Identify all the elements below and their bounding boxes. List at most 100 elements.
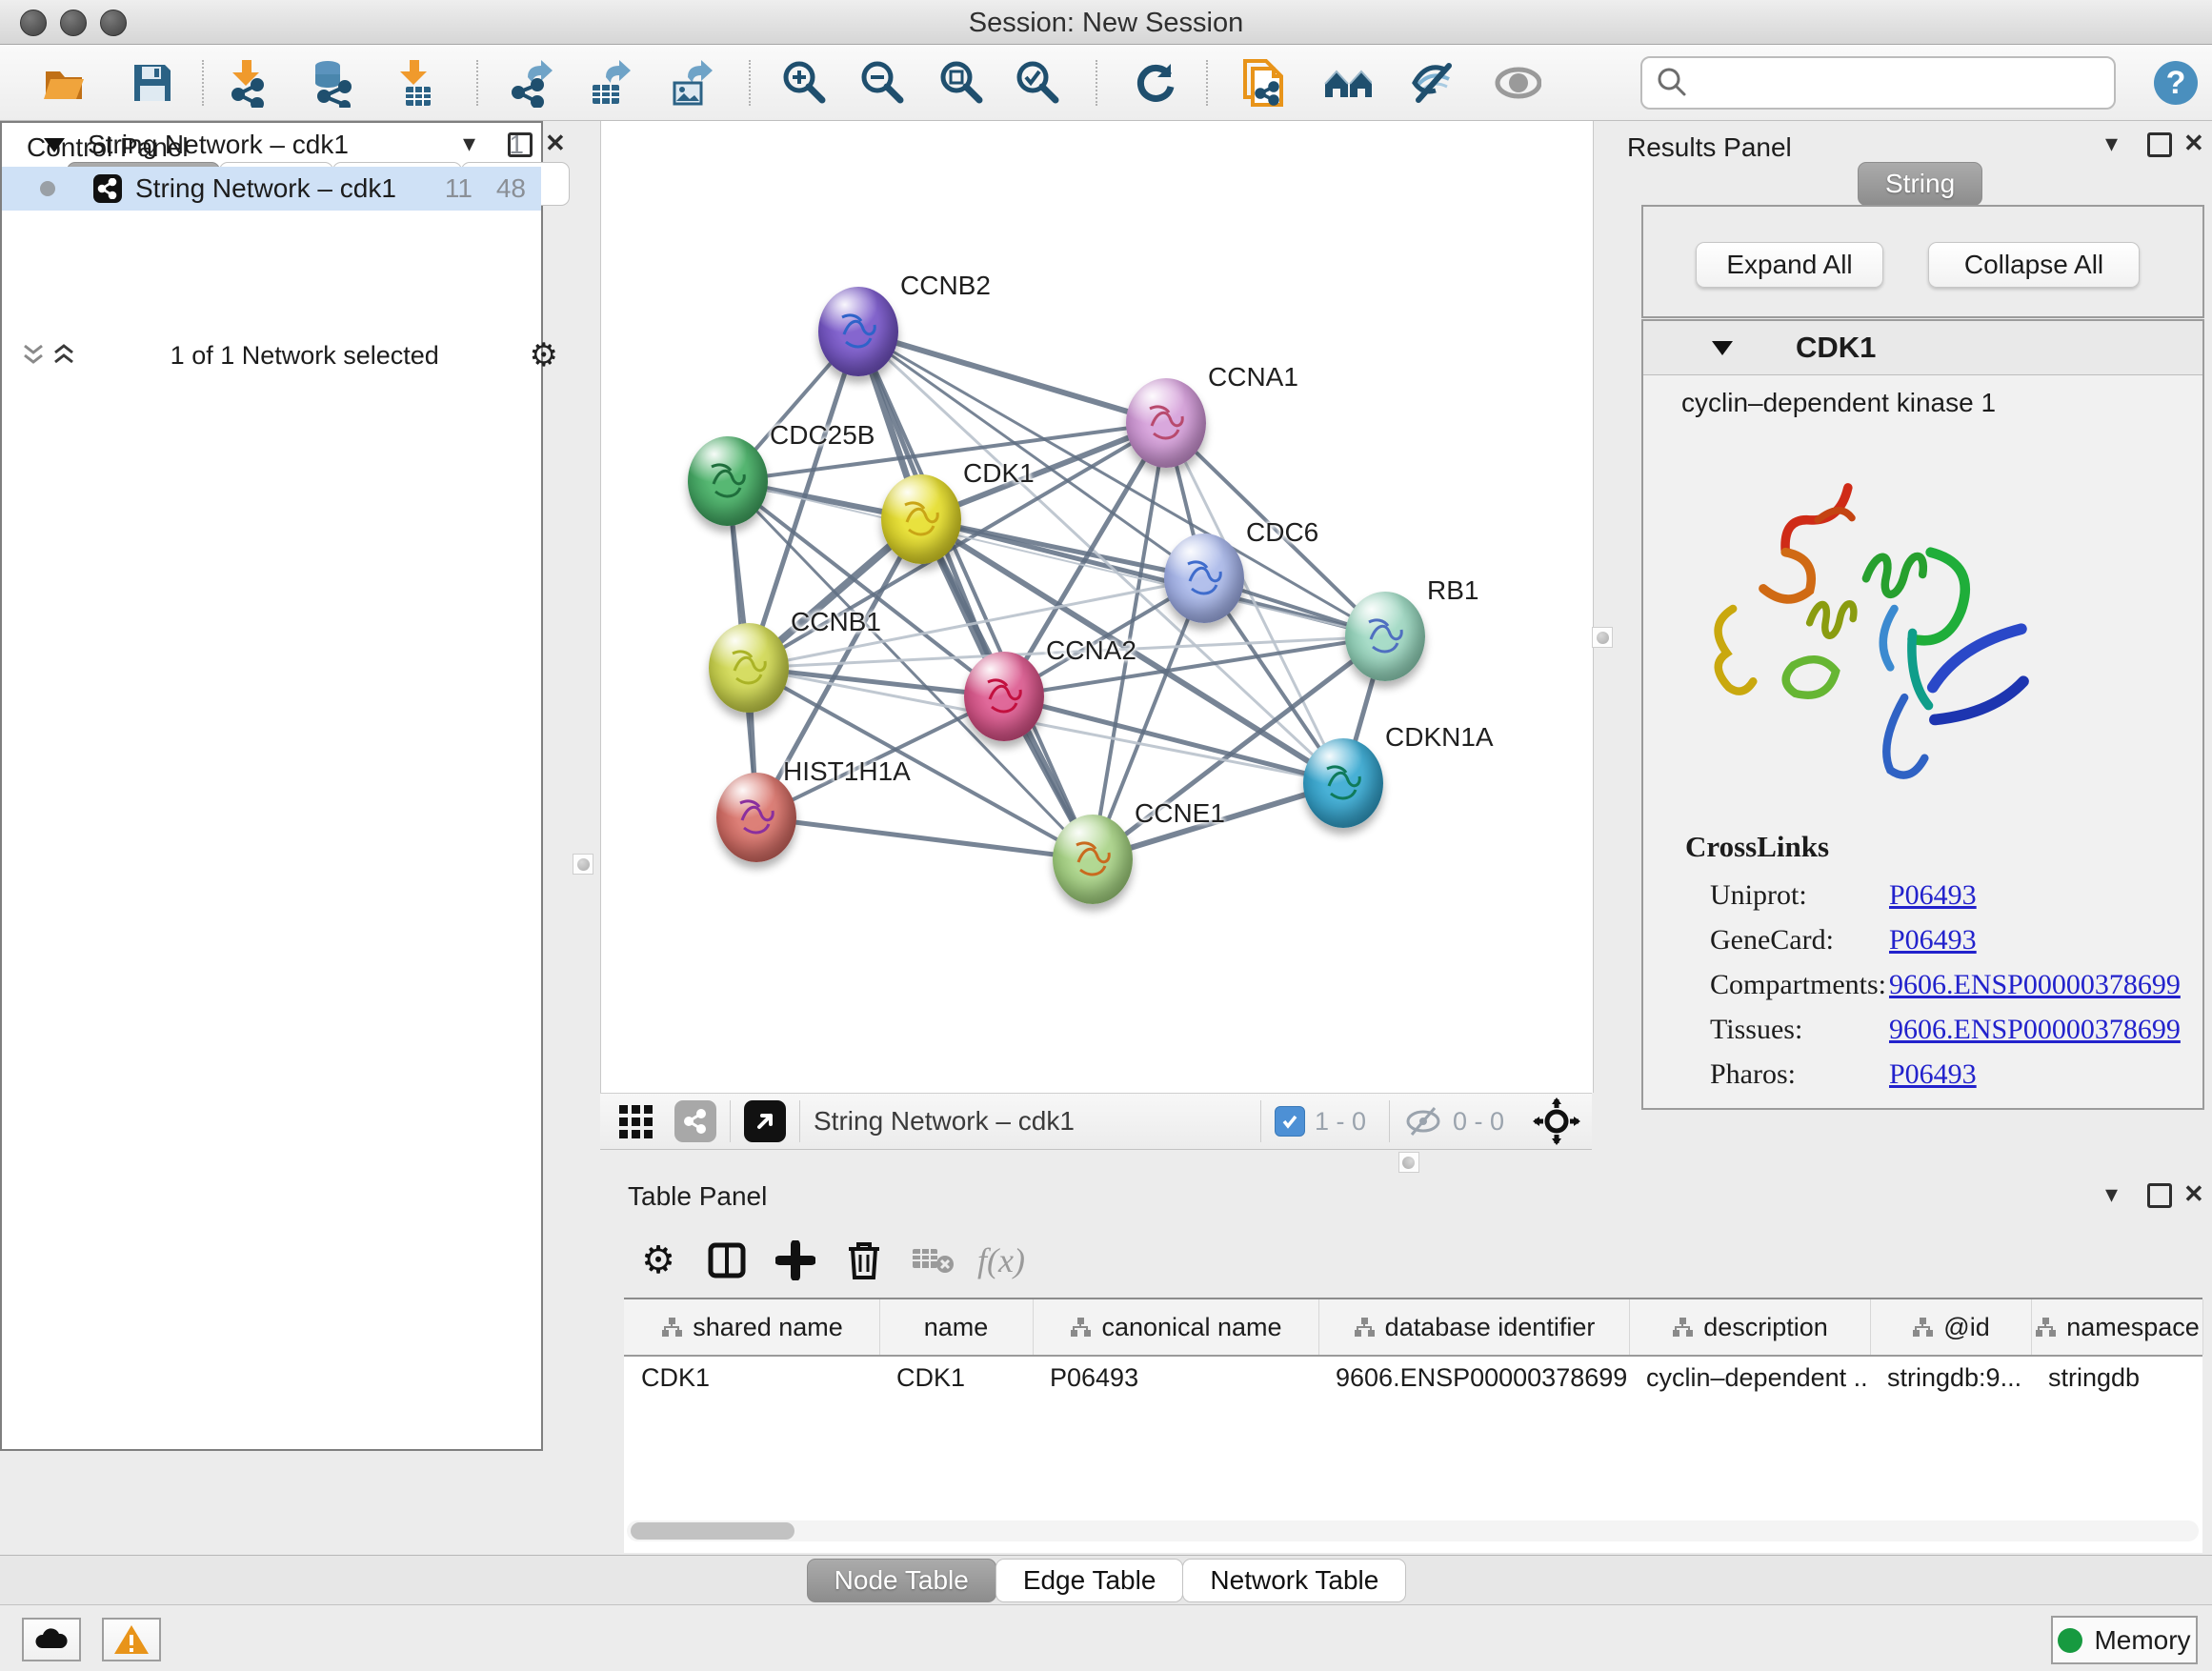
node-label: HIST1H1A — [783, 756, 911, 787]
search-icon — [1654, 64, 1692, 102]
crosslink-link[interactable]: P06493 — [1889, 1058, 1977, 1090]
network-node-cdc25b[interactable] — [688, 436, 768, 526]
entry-description: cyclin–dependent kinase 1 — [1681, 388, 1996, 418]
export-network-icon[interactable] — [507, 58, 556, 108]
import-table-icon[interactable] — [392, 58, 442, 108]
expand-all-button[interactable]: Expand All — [1696, 242, 1883, 288]
table-cell[interactable]: stringdb:9... — [1870, 1357, 2031, 1399]
network-node-cdc6[interactable] — [1164, 534, 1244, 623]
network-share-view-icon[interactable] — [674, 1100, 716, 1142]
zoom-fit-icon[interactable] — [937, 58, 987, 108]
control-panel-close-icon[interactable]: ✕ — [545, 129, 566, 157]
network-canvas[interactable]: CCNB2 CCNA1 CDC25B CDK1 CDC6 RB1 CCNB1 C… — [600, 121, 1594, 1093]
network-node-ccna2[interactable] — [964, 652, 1044, 741]
network-row-selected[interactable]: String Network – cdk1 11 48 — [2, 167, 541, 211]
table-panel-float-icon[interactable] — [2147, 1183, 2172, 1208]
birdseye-view-icon[interactable] — [744, 1100, 786, 1142]
table-cell[interactable]: 9606.ENSP00000378699 — [1318, 1357, 1629, 1399]
open-session-icon[interactable] — [40, 58, 90, 108]
table-cell[interactable]: CDK1 — [624, 1357, 879, 1399]
delete-column-trash-icon[interactable] — [830, 1230, 898, 1291]
column-header-description[interactable]: description — [1629, 1299, 1871, 1355]
toolbar-separator — [749, 60, 751, 106]
network-node-ccna1[interactable] — [1126, 378, 1206, 468]
network-options-gear-icon[interactable]: ⚙ — [530, 336, 558, 374]
entry-header[interactable]: CDK1 — [1643, 321, 2202, 375]
table-cell[interactable]: cyclin–dependent ... — [1629, 1357, 1870, 1399]
network-node-rb1[interactable] — [1345, 592, 1425, 681]
collapse-all-button[interactable]: Collapse All — [1928, 242, 2140, 288]
save-session-icon[interactable] — [128, 58, 177, 108]
grid-view-icon[interactable] — [615, 1099, 659, 1143]
warnings-button[interactable] — [102, 1618, 161, 1661]
hide-unhide-icon[interactable] — [1407, 58, 1457, 108]
import-network-database-icon[interactable] — [307, 58, 356, 108]
table-hscrollbar-thumb[interactable] — [631, 1522, 794, 1540]
node-label: CDC25B — [770, 420, 875, 451]
import-network-file-icon[interactable] — [225, 58, 274, 108]
tab-node-table[interactable]: Node Table — [807, 1559, 996, 1602]
vertical-splitter-handle[interactable] — [573, 854, 593, 875]
horizontal-splitter-handle[interactable] — [1398, 1152, 1419, 1173]
results-panel-close-icon[interactable]: ✕ — [2183, 129, 2204, 157]
network-collection-row[interactable]: String Network – cdk1 1 — [2, 123, 541, 167]
crosslink-link[interactable]: 9606.ENSP00000378699 — [1889, 969, 2181, 1000]
control-panel: Control Panel ▾ ✕ NetworkStyleSelectSets… — [0, 121, 591, 1604]
crosslink-link[interactable]: P06493 — [1889, 879, 1977, 911]
table-settings-gear-icon[interactable]: ⚙ — [624, 1230, 693, 1291]
node-label: CCNA2 — [1046, 635, 1136, 666]
results-panel-float-icon[interactable] — [2147, 132, 2172, 157]
cloud-status-button[interactable] — [22, 1618, 81, 1661]
column-header--id[interactable]: @id — [1870, 1299, 2032, 1355]
table-cell[interactable]: stringdb — [2031, 1357, 2202, 1399]
protein-ribbon-thumb — [835, 308, 882, 359]
add-column-icon[interactable] — [761, 1230, 830, 1291]
houses-icon[interactable] — [1322, 58, 1372, 108]
memory-button[interactable]: Memory — [2051, 1616, 2198, 1664]
expand-all-icon[interactable] — [50, 342, 80, 369]
export-table-icon[interactable] — [585, 58, 634, 108]
tree-expand-icon[interactable] — [44, 138, 65, 152]
zoom-in-icon[interactable] — [780, 58, 830, 108]
network-node-ccnb1[interactable] — [709, 623, 789, 713]
tab-edge-table[interactable]: Edge Table — [995, 1559, 1184, 1602]
protein-ribbon-thumb — [1180, 554, 1228, 606]
refresh-icon[interactable] — [1131, 58, 1180, 108]
table-panel-close-icon[interactable]: ✕ — [2183, 1179, 2204, 1208]
collapse-all-icon[interactable] — [19, 342, 50, 369]
selected-count-checkbox[interactable] — [1275, 1106, 1305, 1137]
cytoscape-window: Session: New Session — [0, 0, 2212, 1671]
network-node-ccnb2[interactable] — [818, 287, 898, 376]
network-node-cdk1[interactable] — [881, 474, 961, 564]
protein-ribbon-thumb — [704, 457, 752, 509]
zoom-selected-icon[interactable] — [1014, 58, 1063, 108]
table-panel-menu-icon[interactable]: ▾ — [2105, 1179, 2118, 1208]
network-node-ccne1[interactable] — [1053, 815, 1133, 904]
fit-content-crosshair-icon[interactable] — [1533, 1097, 1580, 1145]
table-cell[interactable]: CDK1 — [879, 1357, 1033, 1399]
zoom-out-icon[interactable] — [858, 58, 908, 108]
table-cell[interactable]: P06493 — [1033, 1357, 1318, 1399]
search-input[interactable] — [1699, 63, 2114, 103]
crosslink-link[interactable]: P06493 — [1889, 924, 1977, 956]
toolbar-separator — [799, 1100, 800, 1142]
column-header-canonical-name[interactable]: canonical name — [1033, 1299, 1319, 1355]
network-label: String Network – cdk1 — [135, 173, 396, 204]
export-image-icon[interactable] — [667, 58, 716, 108]
show-columns-icon[interactable] — [693, 1230, 761, 1291]
column-header-database-identifier[interactable]: database identifier — [1318, 1299, 1630, 1355]
column-header-namespace[interactable]: namespace — [2031, 1299, 2203, 1355]
results-panel-menu-icon[interactable]: ▾ — [2105, 129, 2118, 157]
protein-structure-image — [1697, 435, 2040, 816]
crosslink-link[interactable]: 9606.ENSP00000378699 — [1889, 1014, 2181, 1045]
network-view-title: String Network – cdk1 — [814, 1106, 1075, 1137]
entry-collapse-icon[interactable] — [1712, 341, 1733, 355]
tab-string[interactable]: String — [1858, 162, 1982, 206]
tab-network-table[interactable]: Network Table — [1182, 1559, 1406, 1602]
column-header-shared-name[interactable]: shared name — [624, 1299, 880, 1355]
help-icon[interactable]: ? — [2151, 58, 2201, 108]
network-node-cdkn1a[interactable] — [1303, 738, 1383, 828]
column-header-name[interactable]: name — [879, 1299, 1034, 1355]
show-eye-icon[interactable] — [1492, 58, 1541, 108]
network-from-clipboard-icon[interactable] — [1237, 58, 1287, 108]
